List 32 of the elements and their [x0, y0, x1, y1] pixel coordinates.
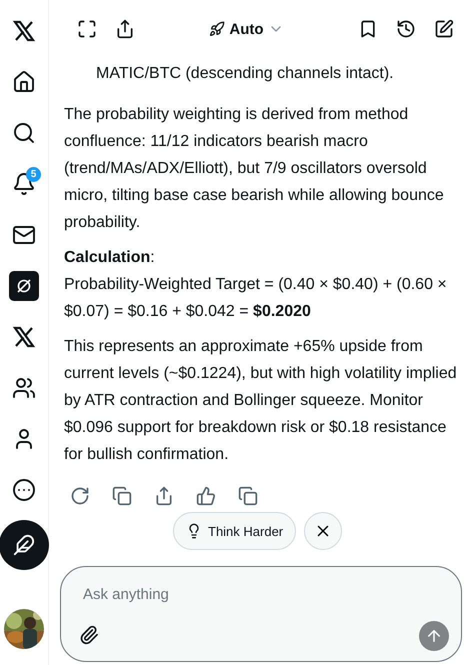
section-heading: Calculation:: [64, 248, 156, 268]
edit-icon: [434, 19, 454, 39]
model-selector[interactable]: Auto: [203, 20, 290, 38]
copy-icon[interactable]: [238, 486, 258, 506]
notification-badge: 5: [26, 167, 41, 182]
people-icon: [12, 376, 36, 400]
ask-input-field[interactable]: Ask anything: [81, 585, 385, 604]
home-icon: [12, 70, 36, 94]
fullscreen-icon: [77, 19, 97, 39]
history-icon: [396, 19, 416, 39]
share-icon[interactable]: [154, 486, 174, 506]
formula-text: Probability-Weighted Target = (0.40 × $0.40) + (0.60 × $0.07) = $0.16 + $0.042 = $0.2020: [64, 275, 448, 322]
share-icon: [115, 19, 135, 39]
rocket-icon: [209, 21, 226, 37]
bell-icon: [12, 172, 36, 196]
paragraph: This represents an approximate +65% upside from current levels (~$0.1224), but with high volatility implied by ATR contraction and Bollinger squeeze. Monitor $0.096 support for breakdown risk or $0.18 resistance for bullish confirmation.: [64, 337, 458, 465]
search-icon: [12, 121, 36, 145]
thumbs-up-icon[interactable]: [196, 486, 216, 506]
send-button[interactable]: [419, 621, 449, 651]
x-logo-icon: [12, 325, 36, 349]
copy-icon[interactable]: [112, 486, 132, 506]
close-button[interactable]: [304, 512, 342, 550]
regenerate-icon[interactable]: [70, 486, 90, 506]
think-harder-button[interactable]: Think Harder: [173, 512, 296, 550]
bullet-text: MATIC/BTC (descending channels intact).: [96, 64, 395, 84]
paragraph: The probability weighting is derived from method confluence: 11/12 indicators bearish macro (trend/MAs/ADX/Elliott), but 7/9 oscillators oversold micro, tilting base case bearish while allowing bounce probability.: [64, 105, 445, 233]
mail-icon: [12, 223, 36, 247]
compose-button[interactable]: [0, 520, 49, 570]
x-logo-icon: [12, 19, 36, 43]
feather-icon: [13, 534, 35, 556]
paperclip-icon[interactable]: [79, 625, 99, 645]
more-icon: [12, 478, 36, 502]
